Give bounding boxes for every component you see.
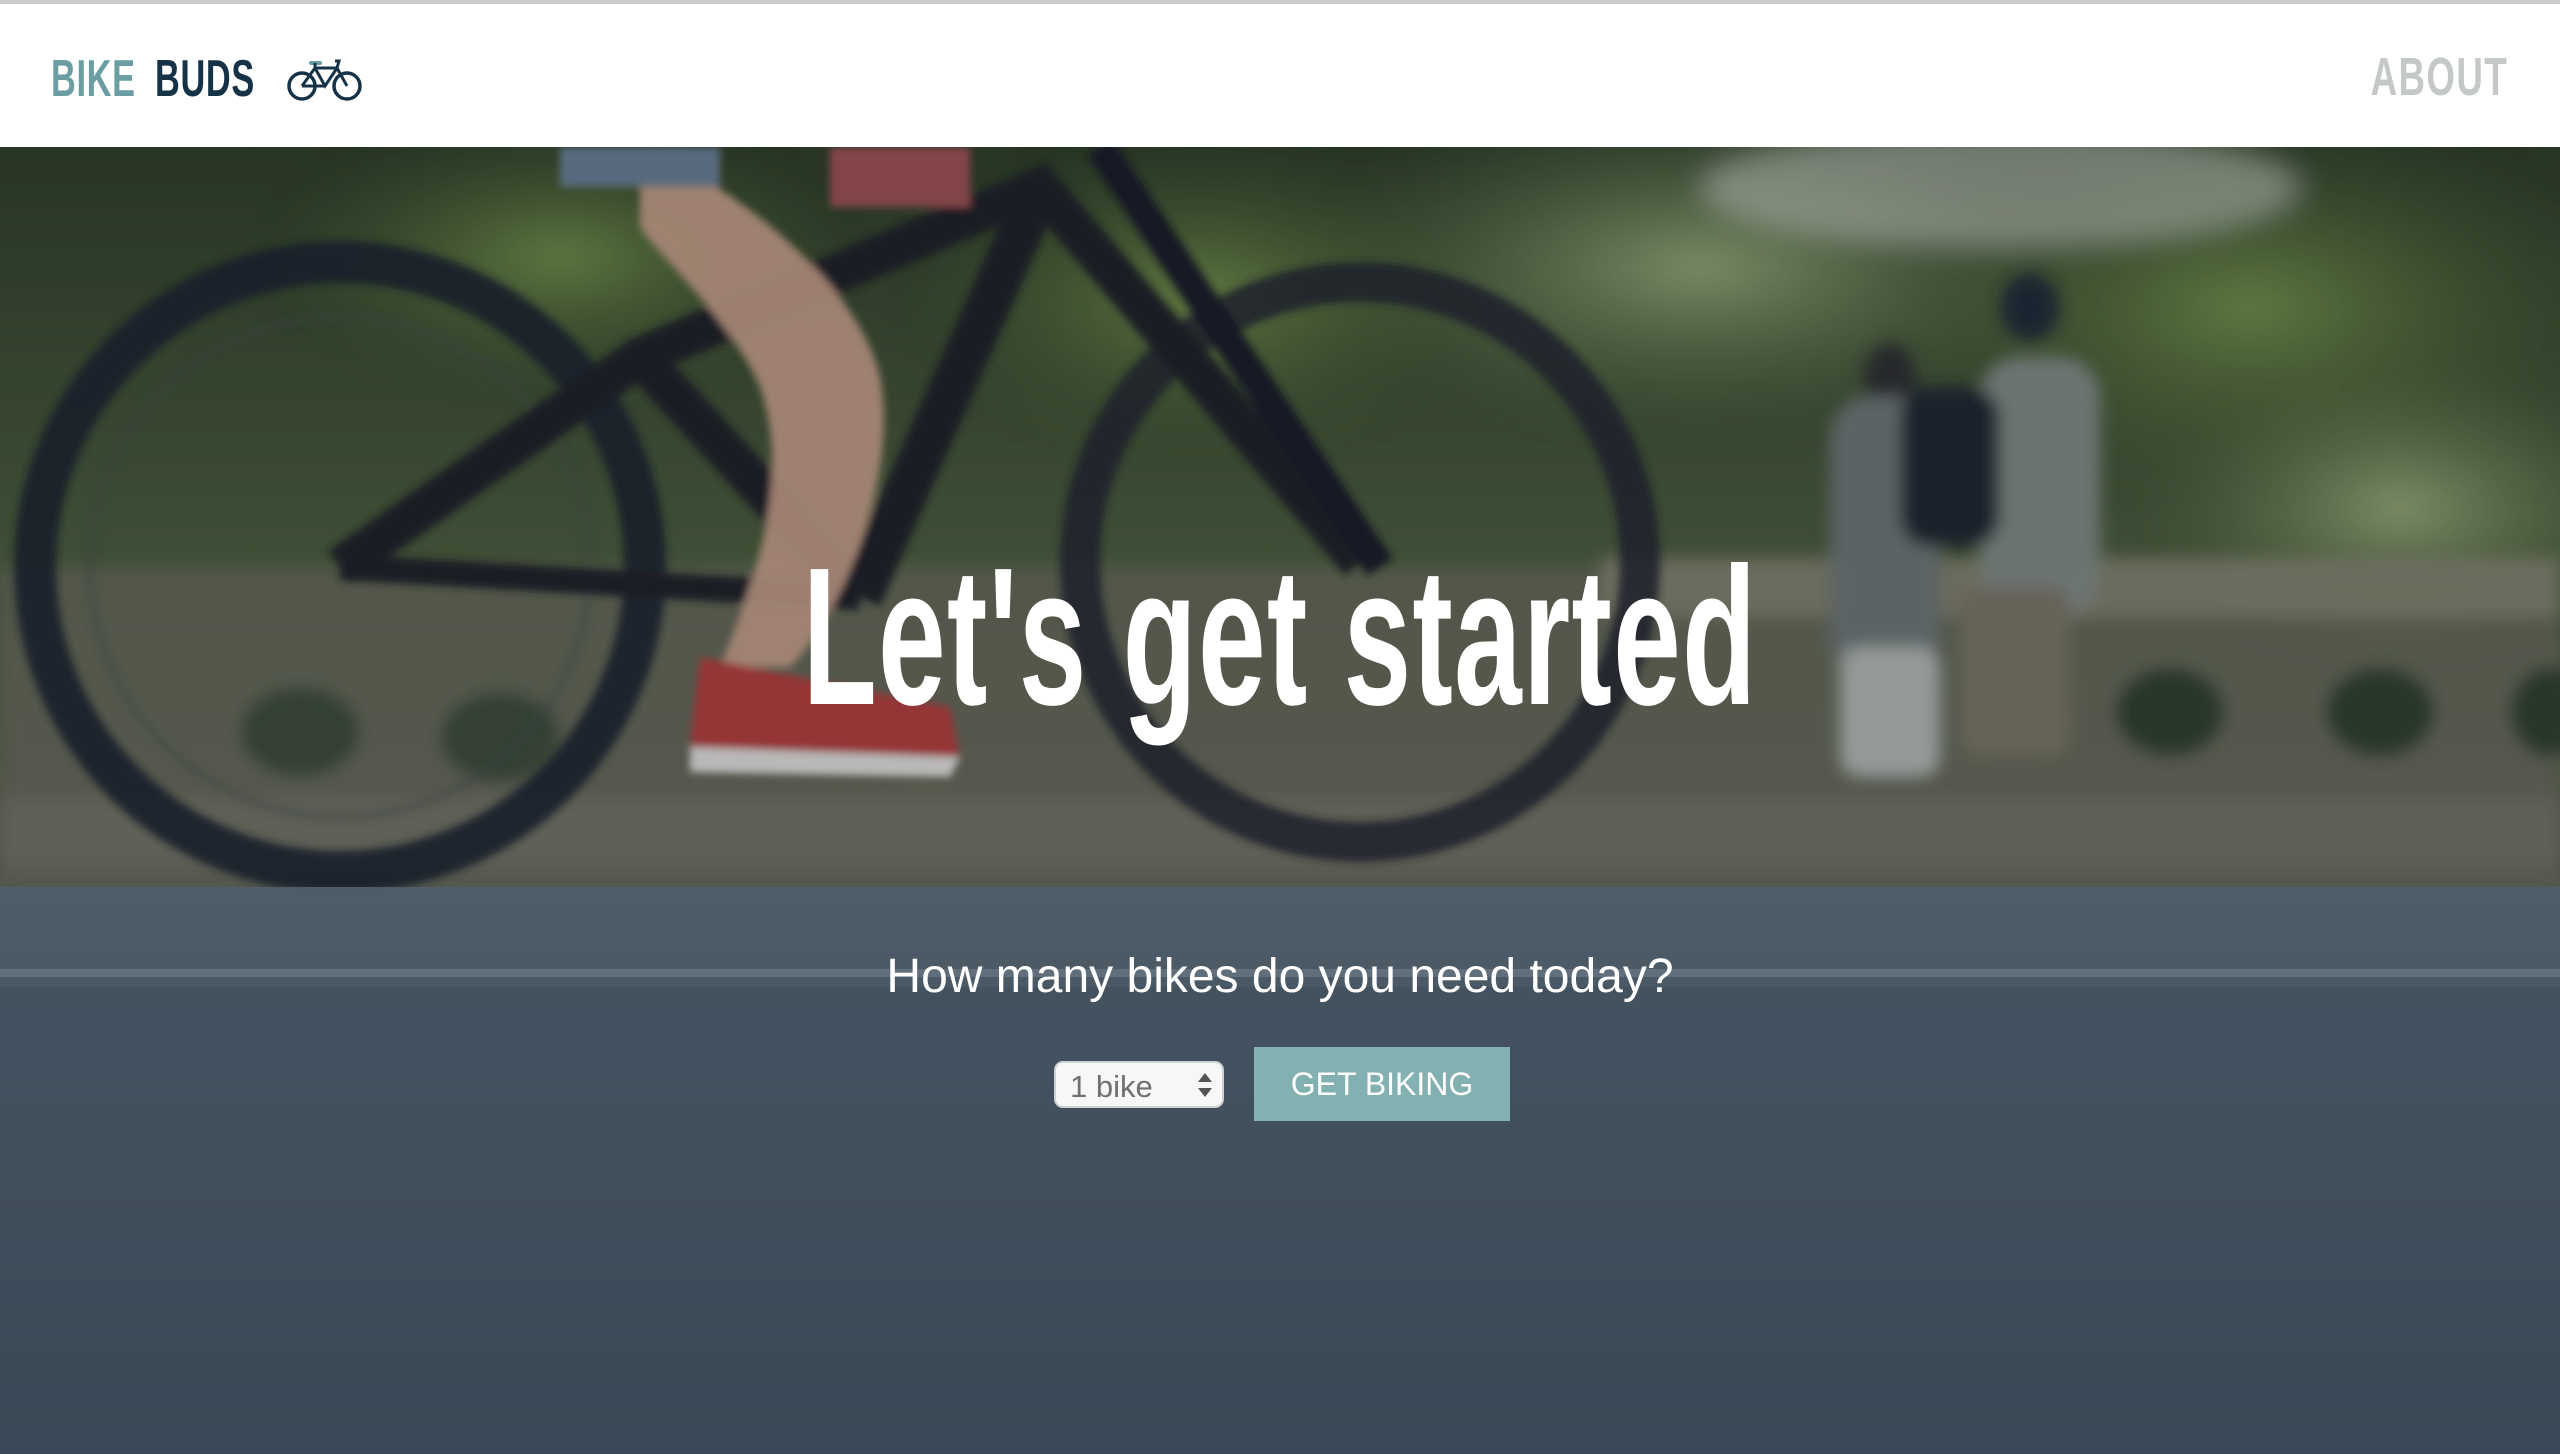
hero-content: Let's get started How many bikes do you …: [0, 147, 2560, 1454]
bike-count-select[interactable]: 1 bike: [1054, 1060, 1224, 1108]
bicycle-icon: [287, 59, 362, 101]
brand-second-word: BUDS: [155, 50, 255, 108]
hero-title: Let's get started: [802, 527, 1758, 746]
brand-first-word: BIKE: [51, 50, 136, 108]
select-arrows-icon: [1198, 1072, 1212, 1097]
hero-section: Let's get started How many bikes do you …: [0, 147, 2560, 1454]
hero-subtitle: How many bikes do you need today?: [886, 950, 1674, 1003]
brand-wordmark: BIKE BUDS: [51, 53, 267, 105]
get-biking-button[interactable]: GET BIKING: [1254, 1047, 1510, 1121]
nav-about-link[interactable]: ABOUT: [2371, 50, 2508, 104]
bike-count-selected-value: 1 bike: [1070, 1068, 1153, 1104]
page: BIKE BUDS ABOUT Let's get started How ma…: [0, 0, 2560, 1454]
bike-count-form: 1 bike GET BIKING: [0, 1047, 2560, 1121]
site-header: BIKE BUDS ABOUT: [0, 0, 2560, 147]
brand-logo-link[interactable]: BIKE BUDS: [51, 46, 365, 112]
